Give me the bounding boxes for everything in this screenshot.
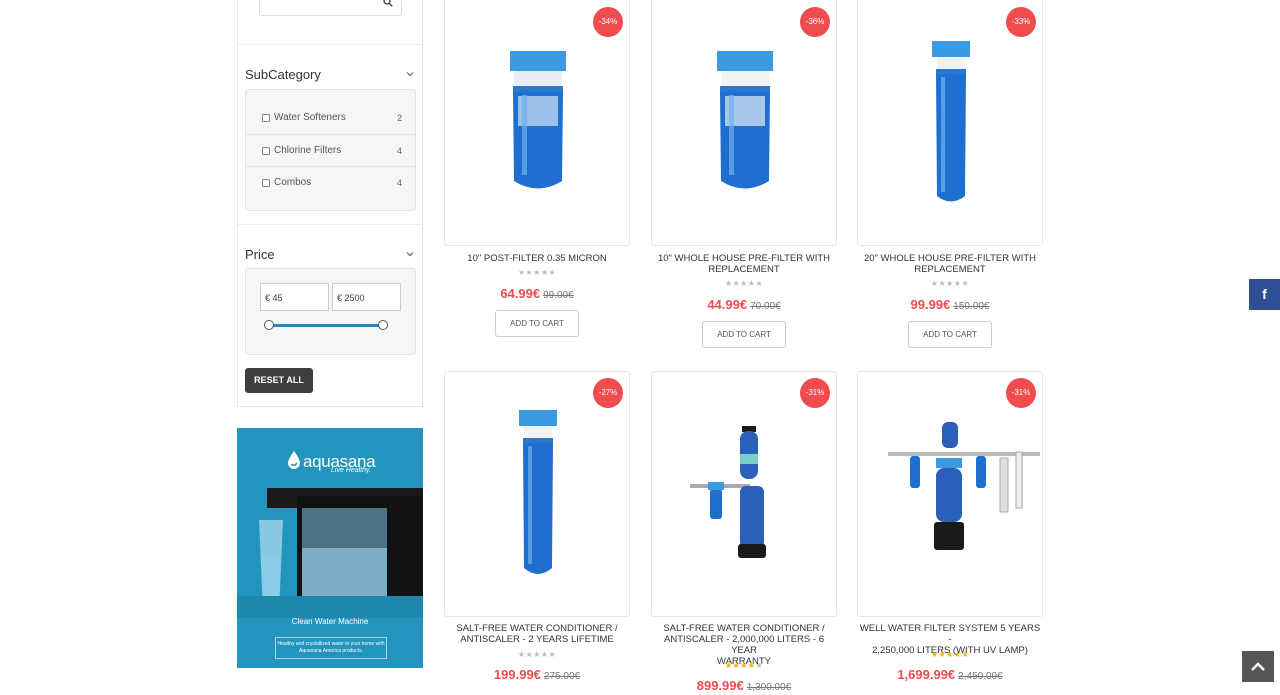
category-count: 4: [396, 146, 402, 156]
price-current: 899.99€: [696, 678, 744, 693]
price-current: 44.99€: [707, 297, 748, 312]
product-image-frame[interactable]: -31%: [857, 371, 1043, 617]
water-machine-image: [237, 488, 423, 618]
facebook-icon[interactable]: f: [1262, 286, 1267, 302]
water-drop-icon: [288, 451, 300, 469]
price-slider-track[interactable]: [268, 324, 384, 327]
checkbox[interactable]: [262, 147, 270, 155]
price-current: 199.99€: [493, 667, 541, 682]
product-price: 899.99€ 1,300.00€: [651, 677, 837, 695]
price-min-input[interactable]: € 45: [260, 283, 329, 311]
filter-housing-image: [519, 410, 557, 574]
discount-badge: -31%: [800, 378, 830, 408]
product-name[interactable]: 10" WHOLE HOUSE PRE-FILTER WITH REPLACEME…: [651, 253, 837, 275]
list-item[interactable]: Water Softeners 2: [246, 102, 415, 134]
discount-badge: -33%: [1006, 7, 1036, 37]
price-original: 2,450.00€: [958, 671, 1003, 682]
search-input[interactable]: [259, 0, 402, 16]
filter-housing-image: [510, 51, 566, 189]
price-title[interactable]: Price: [245, 247, 275, 262]
banner-tagline: Live Healthy.: [331, 467, 371, 474]
product-image-frame[interactable]: -31%: [651, 371, 837, 617]
checkbox[interactable]: [262, 179, 270, 187]
facebook-share-button[interactable]: f: [1249, 279, 1280, 310]
price-filter: € 45 € 2500: [245, 268, 416, 355]
scroll-to-top-button[interactable]: [1242, 651, 1274, 682]
price-current: 1,699.99€: [897, 667, 956, 682]
product-price: 1,699.99€ 2,450.00€: [857, 666, 1043, 684]
price-current: 99.99€: [910, 297, 951, 312]
divider: [238, 224, 422, 225]
subcategory-list: Water Softeners 2 Chlorine Filters 4 Com…: [245, 89, 416, 211]
rating-stars: ★★★★★: [517, 650, 557, 659]
rating-stars: ★★★★★: [517, 268, 557, 277]
banner-description: Healthy and crystallized water in your h…: [275, 637, 387, 659]
promo-banner[interactable]: aquasana Live Healthy. Clean Water Machi…: [237, 428, 423, 668]
arrow-up-icon[interactable]: [1250, 659, 1266, 675]
chevron-down-icon[interactable]: [406, 70, 414, 78]
product-price: 64.99€ 99.00€: [444, 285, 630, 303]
category-label[interactable]: Combos: [274, 177, 311, 188]
product-name[interactable]: SALT-FREE WATER CONDITIONER / ANTISCALER …: [444, 623, 630, 645]
rating-stars: ★★★★★: [724, 279, 764, 288]
product-name[interactable]: 20" WHOLE HOUSE PRE-FILTER WITH REPLACEME…: [857, 253, 1043, 275]
filter-housing-image: [717, 51, 773, 189]
add-to-cart-button[interactable]: ADD TO CART: [908, 321, 992, 348]
rating-stars: ★★★★★: [930, 650, 970, 659]
add-to-cart-button[interactable]: ADD TO CART: [702, 321, 786, 348]
product-name[interactable]: 10" POST-FILTER 0.35 MICRON: [444, 253, 630, 264]
rating-stars: ★★★★★: [724, 661, 764, 670]
water-conditioner-image: [690, 426, 766, 558]
category-label[interactable]: Chlorine Filters: [274, 145, 341, 156]
price-original: 150.00€: [953, 301, 990, 312]
product-image-frame[interactable]: -36%: [651, 0, 837, 246]
discount-badge: -34%: [593, 7, 623, 37]
product-image-frame[interactable]: -27%: [444, 371, 630, 617]
price-original: 275.00€: [543, 671, 581, 682]
search-icon[interactable]: [383, 0, 393, 7]
product-price: 199.99€ 275.00€: [444, 666, 630, 684]
list-item[interactable]: Combos 4: [246, 166, 415, 198]
chevron-down-icon[interactable]: [406, 250, 414, 258]
price-original: 70.00€: [750, 301, 781, 312]
discount-badge: -31%: [1006, 378, 1036, 408]
category-count: 4: [396, 178, 402, 188]
well-water-system-image: [888, 422, 1040, 550]
filter-sidebar: SubCategory Water Softeners 2 Chlorine F…: [237, 0, 423, 407]
price-current: 64.99€: [500, 286, 541, 301]
rating-stars: ★★★★★: [930, 279, 970, 288]
product-image-frame[interactable]: -33%: [857, 0, 1043, 246]
add-to-cart-button[interactable]: ADD TO CART: [495, 310, 579, 337]
filter-housing-image: [932, 41, 970, 202]
price-original: 99.00€: [543, 290, 574, 301]
price-original: 1,300.00€: [746, 682, 792, 693]
price-slider-min-handle[interactable]: [264, 320, 274, 330]
divider: [238, 44, 422, 45]
category-count: 2: [396, 113, 402, 123]
product-price: 99.99€ 150.00€: [857, 296, 1043, 314]
discount-badge: -36%: [800, 7, 830, 37]
category-label[interactable]: Water Softeners: [274, 112, 346, 123]
price-slider-max-handle[interactable]: [378, 320, 388, 330]
product-image-frame[interactable]: -34%: [444, 0, 630, 246]
product-price: 44.99€ 70.00€: [651, 296, 837, 314]
banner-headline: Clean Water Machine: [291, 617, 369, 626]
price-max-input[interactable]: € 2500: [332, 283, 401, 311]
reset-all-button[interactable]: RESET ALL: [245, 368, 313, 393]
subcategory-title[interactable]: SubCategory: [245, 67, 321, 82]
list-item[interactable]: Chlorine Filters 4: [246, 134, 415, 166]
checkbox[interactable]: [262, 114, 270, 122]
discount-badge: -27%: [593, 378, 623, 408]
